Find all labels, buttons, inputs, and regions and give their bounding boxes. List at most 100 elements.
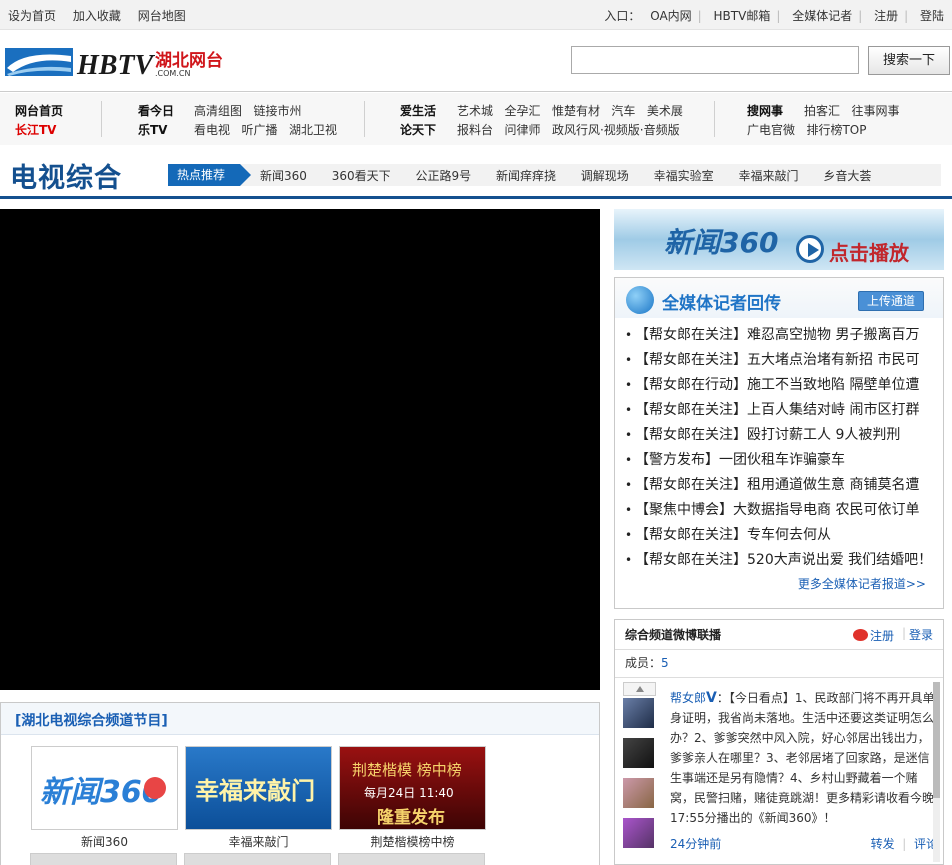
nav-paike[interactable]: 拍客汇 [804, 104, 840, 118]
nav-report[interactable]: 报料台 [457, 123, 493, 137]
site-map-link[interactable]: 网台地图 [138, 9, 186, 23]
nav-auto[interactable]: 汽车 [611, 104, 635, 118]
nav-government[interactable]: 政风行风·视频版·音频版 [552, 123, 680, 137]
post-time[interactable]: 24分钟前 [670, 837, 721, 851]
hot-link[interactable]: 幸福来敲门 [738, 169, 798, 183]
program-thumb[interactable] [30, 853, 177, 865]
nav-radio[interactable]: 听广播 [241, 123, 277, 137]
avatar-list [623, 682, 656, 858]
search-button[interactable]: 搜索一下 [868, 46, 950, 75]
hot-link[interactable]: 360看天下 [332, 169, 391, 183]
nav-art-city[interactable]: 艺术城 [457, 104, 493, 118]
list-item[interactable]: 【帮女郎在关注】租用通道做生意 商铺莫名遭 [625, 473, 932, 498]
hot-bar: 热点推荐 新闻360 360看天下 公正路9号 新闻痒痒挠 调解现场 幸福实验室… [168, 164, 941, 186]
nav-city-links[interactable]: 链接市州 [253, 104, 301, 118]
list-item[interactable]: 【帮女郎在关注】难忍高空抛物 男子搬离百万 [625, 323, 932, 348]
programs-header: [湖北电视综合频道节目] [1, 703, 599, 735]
program-thumb-happiness[interactable]: 幸福来敲门 [185, 746, 332, 830]
list-item[interactable]: 【警方发布】一团伙租车诈骗豪车 [625, 448, 932, 473]
post-meta: 24分钟前 转发 | 评论 [670, 837, 938, 851]
avatar[interactable] [623, 778, 654, 808]
hot-link[interactable]: 调解现场 [581, 169, 629, 183]
list-item[interactable]: 【帮女郎在行动】施工不当致地陷 隔壁单位遭 [625, 373, 932, 398]
hbtv-mail-link[interactable]: HBTV邮箱 [714, 9, 771, 23]
main-nav: 网台首页 长江TV 看今日 乐TV 高清组图 链接市州 看电视 听广播 湖北卫视… [0, 93, 952, 145]
top-left-links: 设为首页 加入收藏 网台地图 [8, 7, 199, 24]
weibo-title: 综合频道微博联播 [625, 628, 722, 642]
forward-link[interactable]: 转发 [871, 837, 895, 851]
banner-title: 新闻360 [664, 226, 779, 259]
avatar[interactable] [623, 818, 654, 848]
hot-link[interactable]: 乡音大荟 [823, 169, 871, 183]
post-author[interactable]: 帮女郎 [670, 691, 706, 705]
avatar[interactable] [623, 738, 654, 768]
programs-panel: [湖北电视综合频道节目] 新闻360 新闻360 幸福来敲门 幸福来敲门 荆楚楷… [0, 702, 600, 865]
nav-letv[interactable]: 乐TV [138, 120, 167, 140]
upload-button[interactable]: 上传通道 [858, 291, 924, 311]
post-text: ：【今日看点】1、民政部门将不再开具单身证明，我省尚未落地。生活中还要这类证明怎… [670, 691, 935, 825]
news360-banner[interactable]: 新闻360 点击播放 [614, 209, 944, 270]
video-player[interactable] [0, 209, 600, 690]
nav-official-weibo[interactable]: 广电官微 [747, 123, 795, 137]
set-homepage-link[interactable]: 设为首页 [8, 9, 56, 23]
login-link[interactable]: 登陆 [920, 9, 944, 23]
reporter-link[interactable]: 全媒体记者 [792, 9, 852, 23]
add-favorite-link[interactable]: 加入收藏 [73, 9, 121, 23]
weibo-header: 综合频道微博联播 注册 | 登录 [615, 620, 943, 650]
hot-link[interactable]: 新闻痒痒挠 [496, 169, 556, 183]
program-thumb-news360[interactable]: 新闻360 [31, 746, 178, 830]
list-item[interactable]: 【帮女郎在关注】上百人集结对峙 闹市区打群 [625, 398, 932, 423]
reporter-list: 【帮女郎在关注】难忍高空抛物 男子搬离百万 【帮女郎在关注】五大堵点治堵有新招 … [625, 323, 932, 573]
nav-hubei-satellite[interactable]: 湖北卫视 [289, 123, 337, 137]
nav-art-exhibit[interactable]: 美术展 [647, 104, 683, 118]
nav-home[interactable]: 网台首页 [15, 101, 63, 121]
scroll-up-icon[interactable] [623, 682, 656, 696]
nav-past-events[interactable]: 往事网事 [851, 104, 899, 118]
nav-lawyer[interactable]: 问律师 [504, 123, 540, 137]
nav-group3-row2: 广电官微 排行榜TOP [747, 120, 866, 140]
program-caption[interactable]: 幸福来敲门 [185, 833, 332, 850]
program-thumb[interactable] [184, 853, 331, 865]
search-input[interactable] [571, 46, 859, 74]
avatar[interactable] [623, 698, 654, 728]
hot-link[interactable]: 公正路9号 [415, 169, 471, 183]
nav-pregnancy[interactable]: 全孕汇 [504, 104, 540, 118]
list-item[interactable]: 【帮女郎在关注】专车何去何从 [625, 523, 932, 548]
weibo-login[interactable]: 登录 [909, 626, 933, 643]
program-caption[interactable]: 新闻360 [31, 833, 178, 850]
nav-hd-photos[interactable]: 高清组图 [194, 104, 242, 118]
nav-top-chart[interactable]: 排行榜TOP [806, 123, 866, 137]
svg-text:HBTV: HBTV [76, 50, 156, 81]
program-thumb-role-model[interactable]: 荆楚楷模 榜中榜 每月24日 11:40 隆重发布 [339, 746, 486, 830]
scrollbar[interactable] [933, 682, 940, 862]
nav-aishenghuo[interactable]: 爱生活 [400, 101, 436, 121]
nav-changjiang-tv[interactable]: 长江TV [15, 120, 56, 140]
nav-watch-tv[interactable]: 看电视 [194, 123, 230, 137]
oa-link[interactable]: OA内网 [650, 9, 691, 23]
nav-kanjinri[interactable]: 看今日 [138, 101, 174, 121]
nav-luntianxia[interactable]: 论天下 [400, 120, 436, 140]
weibo-register[interactable]: 注册 [853, 627, 894, 644]
reporter-header: 全媒体记者回传 上传通道 [615, 278, 943, 318]
register-link[interactable]: 注册 [874, 9, 898, 23]
nav-souwangshi[interactable]: 搜网事 [747, 101, 783, 121]
hot-link[interactable]: 新闻360 [260, 169, 307, 183]
weibo-post: 帮女郎V：【今日看点】1、民政部门将不再开具单身证明，我省尚未落地。生活中还要这… [670, 688, 938, 854]
smile-icon [144, 777, 166, 799]
nav-group2-row2: 报料台 问律师 政风行风·视频版·音频版 [457, 120, 680, 140]
hot-links: 新闻360 360看天下 公正路9号 新闻痒痒挠 调解现场 幸福实验室 幸福来敲… [260, 167, 892, 184]
program-caption[interactable]: 荆楚楷模榜中榜 [339, 833, 486, 850]
weibo-icon [853, 629, 868, 641]
nav-talents[interactable]: 惟楚有材 [552, 104, 600, 118]
programs-title: [湖北电视综合频道节目] [15, 713, 168, 729]
list-item[interactable]: 【帮女郎在关注】520大声说出爱 我们结婚吧！ [625, 548, 932, 573]
hbtv-logo[interactable]: HBTV 湖北网台 .COM.CN [5, 42, 233, 81]
more-reports-link[interactable]: 更多全媒体记者报道>> [798, 575, 926, 592]
list-item[interactable]: 【聚焦中博会】大数据指导电商 农民可依订单 [625, 498, 932, 523]
hot-link[interactable]: 幸福实验室 [654, 169, 714, 183]
list-item[interactable]: 【帮女郎在关注】殴打讨薪工人 9人被判刑 [625, 423, 932, 448]
verified-icon: V [706, 690, 717, 706]
list-item[interactable]: 【帮女郎在关注】五大堵点治堵有新招 市民可 [625, 348, 932, 373]
program-thumb[interactable] [338, 853, 485, 865]
weibo-panel: 综合频道微博联播 注册 | 登录 成员：5 帮女郎V：【今日看点】1、民政部门将… [614, 619, 944, 865]
